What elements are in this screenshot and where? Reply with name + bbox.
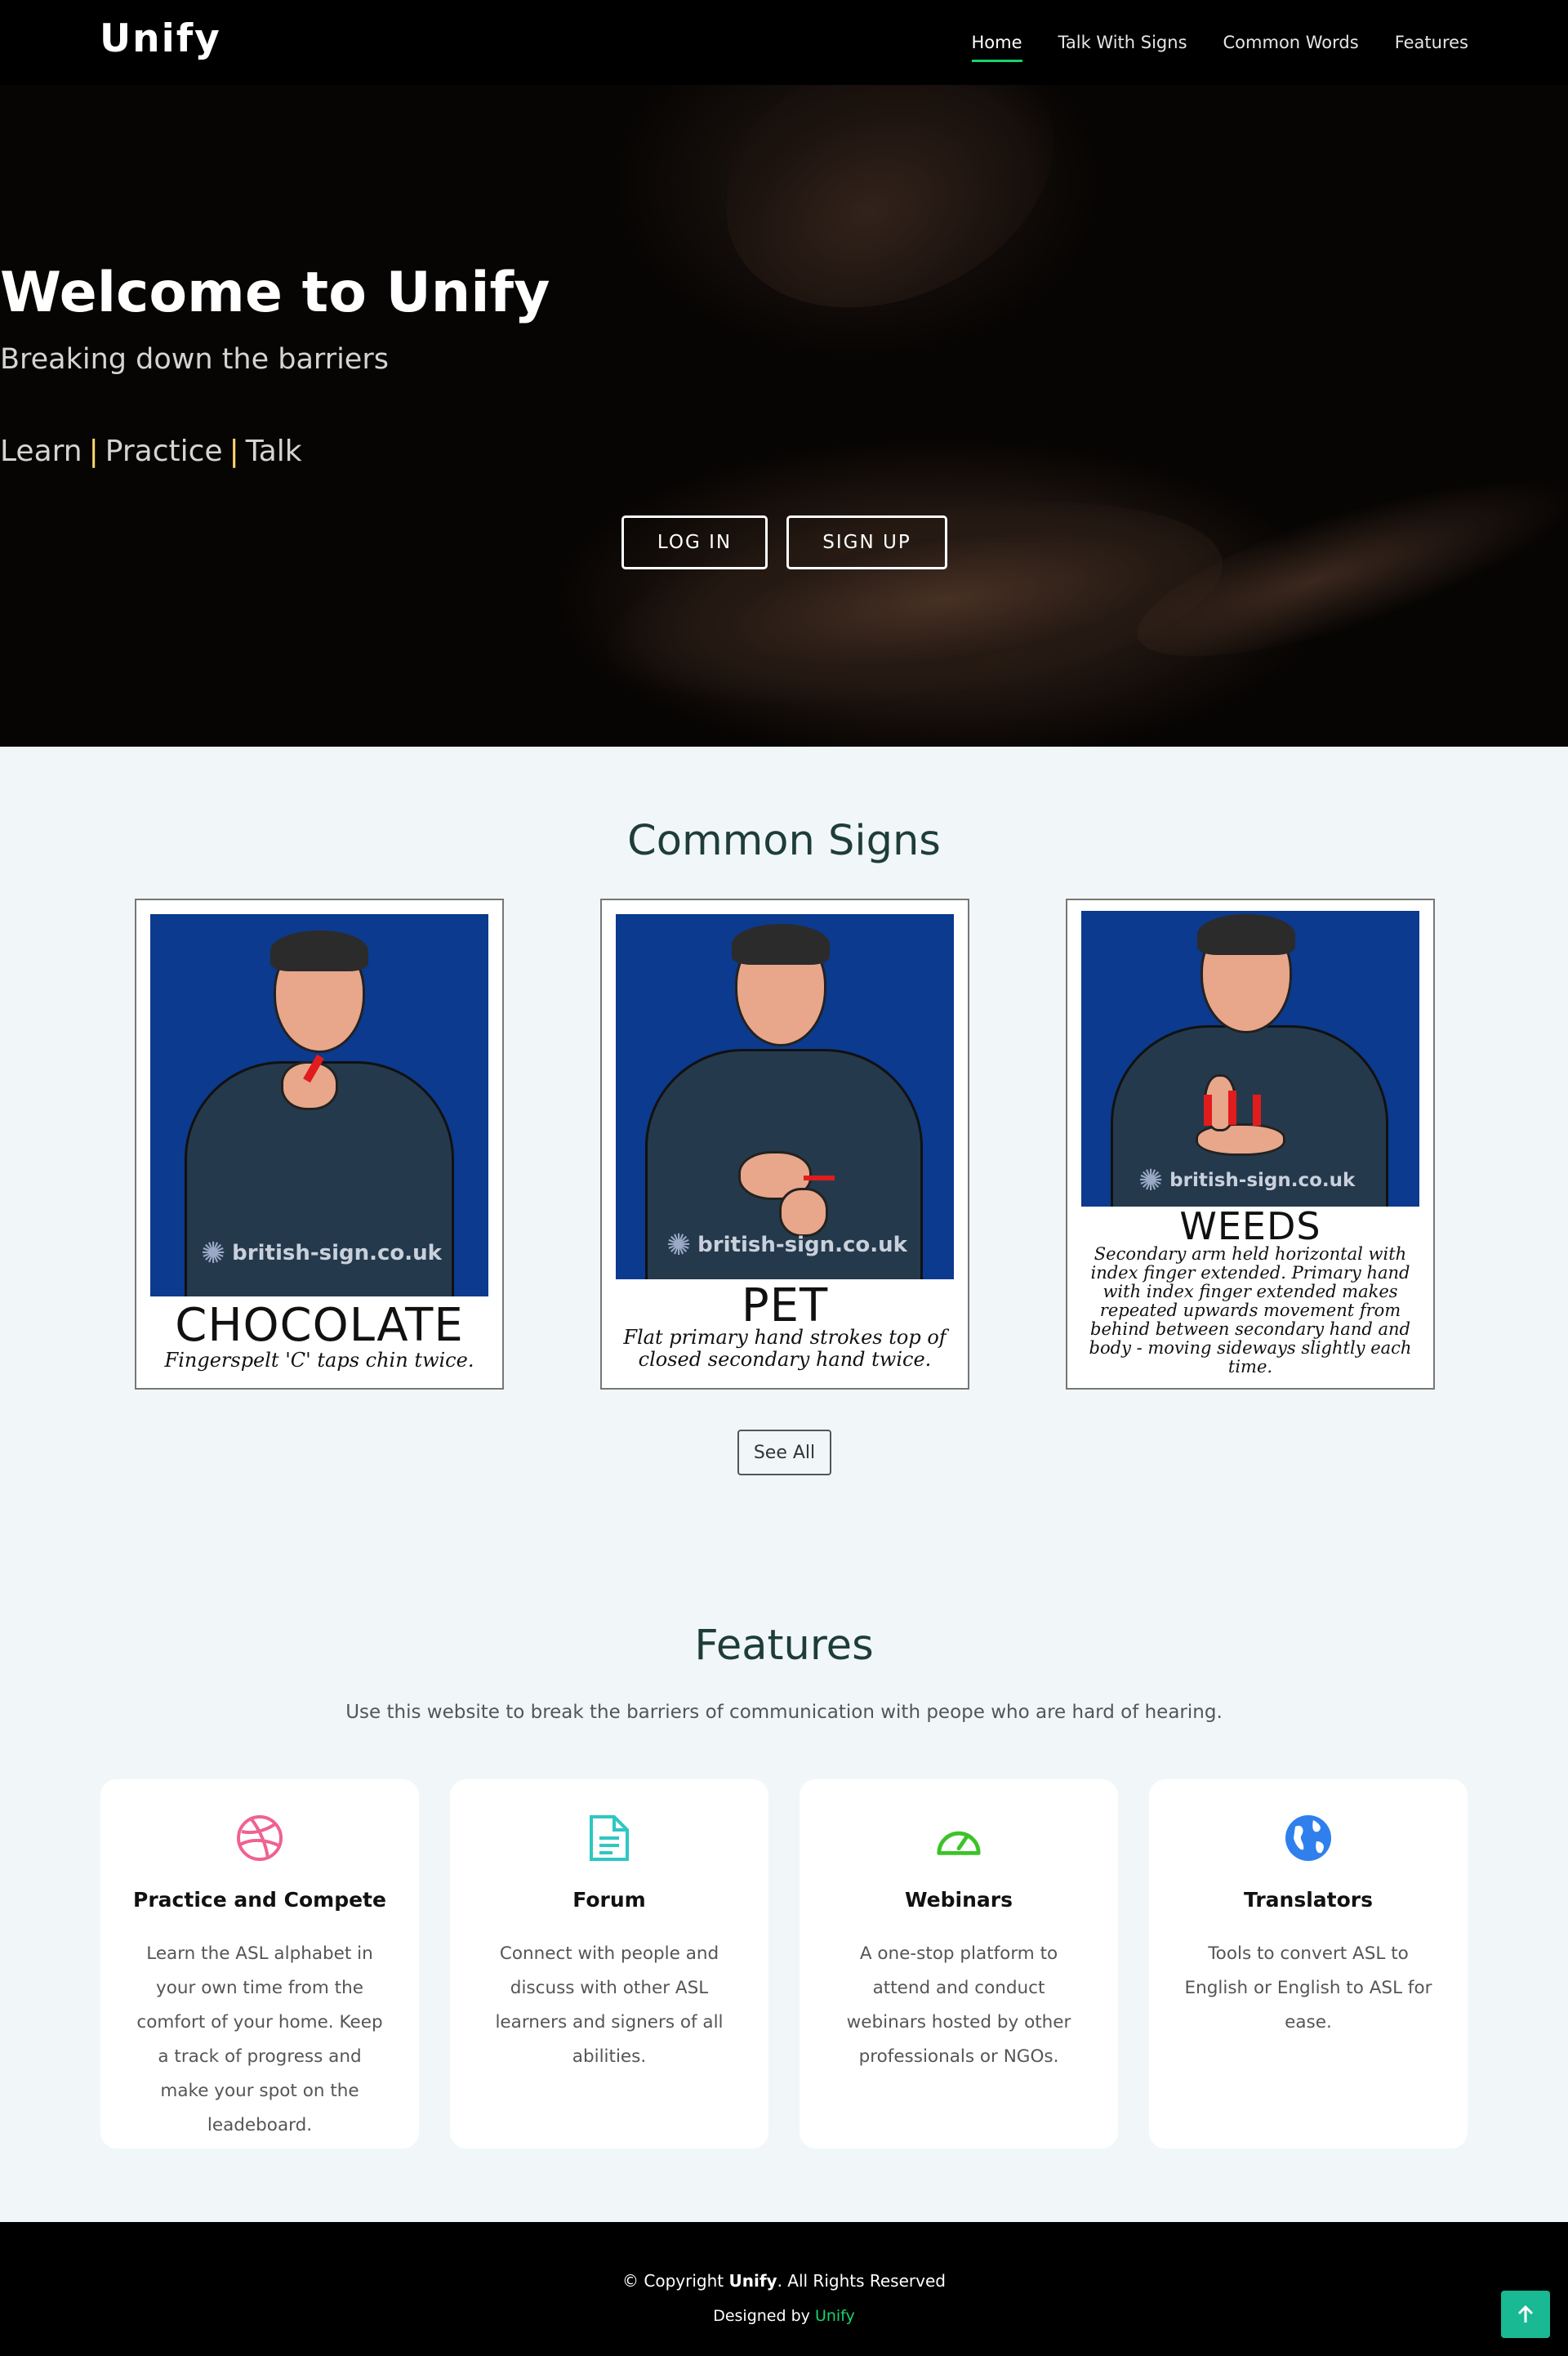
motion-arrow [1204,1095,1212,1126]
main-nav: Home Talk With Signs Common Words Featur… [971,0,1468,85]
tagline-learn: Learn [0,435,82,468]
feature-title: Webinars [905,1888,1013,1912]
nav-common-words[interactable]: Common Words [1223,25,1359,60]
nav-talk-with-signs[interactable]: Talk With Signs [1058,25,1187,60]
globe-icon [1284,1814,1333,1863]
site-footer: © Copyright Unify. All Rights Reserved D… [0,2222,1568,2356]
nav-features[interactable]: Features [1395,25,1468,60]
see-all-button[interactable]: See All [737,1430,831,1475]
tagline-talk: Talk [245,435,302,468]
copyright-brand: Unify [728,2271,777,2291]
back-to-top-button[interactable] [1501,2291,1550,2338]
logo[interactable]: Unify [100,16,221,61]
feature-description: A one-stop platform to attend and conduc… [846,1943,1071,2067]
motion-arrow [1228,1091,1236,1125]
features-title: Features [694,1622,874,1670]
feature-description: Tools to convert ASL to English or Engli… [1184,1943,1432,2032]
signer-hair [270,930,368,971]
tagline-separator: | [88,435,99,468]
signer-hand [1196,1123,1285,1156]
watermark: british-sign.co.uk [1138,1164,1355,1198]
sign-card-pet[interactable]: british-sign.co.uk PET Flat primary hand… [600,899,969,1390]
site-header: Unify Home Talk With Signs Common Words … [0,0,1568,85]
feature-title: Translators [1244,1888,1373,1912]
feature-title: Forum [572,1888,646,1912]
sign-illustration: british-sign.co.uk [616,914,954,1279]
feature-title: Practice and Compete [133,1888,386,1912]
arrow-up-icon [1517,2305,1534,2323]
sign-illustration: british-sign.co.uk [1081,911,1419,1207]
dribbble-icon [235,1814,284,1863]
copyright-prefix: © Copyright [622,2271,724,2291]
sign-word: WEEDS [1179,1204,1321,1248]
designed-prefix: Designed by [713,2307,810,2325]
watermark: british-sign.co.uk [201,1237,442,1270]
signer-hair [1197,914,1295,955]
login-button[interactable]: LOG IN [621,515,768,569]
feature-card-webinars[interactable]: Webinars A one-stop platform to attend a… [800,1779,1118,2149]
feature-description: Connect with people and discuss with oth… [495,1943,724,2067]
nav-home[interactable]: Home [971,25,1022,62]
signer-hair [732,924,830,965]
signup-button[interactable]: SIGN UP [786,515,947,569]
motion-arrow [804,1176,835,1180]
sign-word: PET [741,1279,829,1332]
tagline-separator: | [229,435,239,468]
speedometer-icon [934,1814,983,1863]
hero-tagline: Learn | Practice | Talk [0,435,1568,468]
common-signs-title: Common Signs [627,817,941,865]
features-description: Use this website to break the barriers o… [345,1702,1223,1723]
watermark: british-sign.co.uk [666,1229,907,1262]
motion-arrow [1253,1095,1261,1126]
sign-word: CHOCOLATE [175,1299,464,1352]
file-text-icon [585,1814,634,1863]
sign-description: Secondary arm held horizontal with index… [1089,1244,1412,1377]
sign-description: Fingerspelt 'C' taps chin twice. [164,1349,474,1372]
sign-description: Flat primary hand strokes top of closed … [623,1326,947,1371]
feature-card-forum[interactable]: Forum Connect with people and discuss wi… [450,1779,768,2149]
tagline-practice: Practice [105,435,223,468]
hero-section: Welcome to Unify Breaking down the barri… [0,85,1568,747]
hero-subtitle: Breaking down the barriers [0,343,389,376]
hero-title: Welcome to Unify [0,261,550,325]
sign-illustration: british-sign.co.uk [150,914,488,1296]
feature-card-translators[interactable]: Translators Tools to convert ASL to Engl… [1149,1779,1468,2149]
designed-by-link[interactable]: Unify [815,2307,855,2325]
sign-card-chocolate[interactable]: british-sign.co.uk CHOCOLATE Fingerspelt… [135,899,504,1390]
feature-description: Learn the ASL alphabet in your own time … [136,1943,383,2135]
sign-card-weeds[interactable]: british-sign.co.uk WEEDS Secondary arm h… [1066,899,1435,1390]
copyright-text: © Copyright Unify. All Rights Reserved [0,2271,1568,2291]
feature-card-practice[interactable]: Practice and Compete Learn the ASL alpha… [100,1779,419,2149]
copyright-suffix: . All Rights Reserved [777,2271,946,2291]
designed-by-text: Designed by Unify [0,2307,1568,2325]
hero-overlay [0,85,1568,747]
